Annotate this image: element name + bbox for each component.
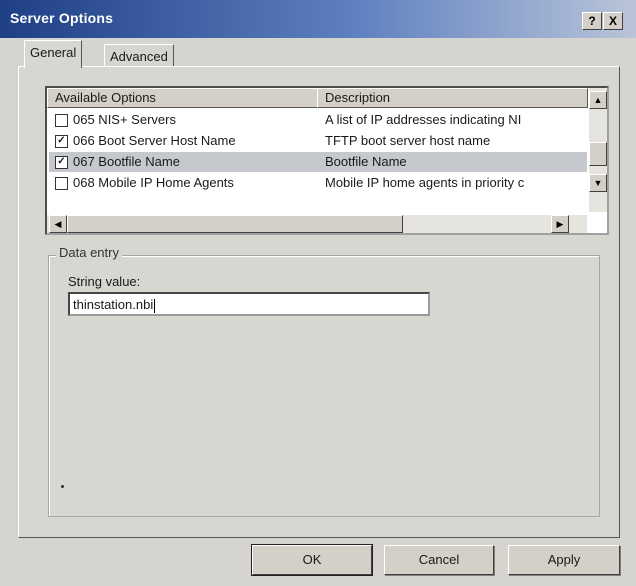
close-button[interactable]: X — [603, 12, 623, 30]
string-value-input[interactable]: thinstation.nbi — [68, 292, 430, 316]
window-title: Server Options — [10, 10, 114, 26]
option-description: Mobile IP home agents in priority c — [325, 175, 525, 190]
horizontal-scrollbar[interactable]: ◀ ▶ — [47, 215, 587, 233]
option-checkbox[interactable] — [55, 177, 68, 190]
stray-dot — [61, 485, 64, 488]
cancel-button[interactable]: Cancel — [384, 545, 494, 575]
scroll-down-arrow-icon[interactable]: ▼ — [589, 174, 607, 192]
ok-button[interactable]: OK — [251, 544, 373, 576]
scroll-up-arrow-icon[interactable]: ▲ — [589, 91, 607, 109]
string-value-text: thinstation.nbi — [73, 297, 154, 312]
list-header: Available Options Description — [47, 88, 588, 108]
string-value-label: String value: — [68, 274, 141, 289]
list-item[interactable]: ✓ 066 Boot Server Host Name TFTP boot se… — [49, 131, 587, 151]
apply-button[interactable]: Apply — [508, 545, 620, 575]
option-checkbox[interactable]: ✓ — [55, 156, 68, 169]
vertical-scroll-thumb[interactable] — [589, 142, 607, 166]
text-caret — [154, 298, 156, 313]
option-name: 067 Bootfile Name — [73, 154, 180, 169]
column-header-available-options[interactable]: Available Options — [47, 88, 318, 108]
vertical-scrollbar[interactable]: ▲ ▼ — [589, 88, 607, 212]
column-header-description[interactable]: Description — [317, 88, 588, 108]
option-description: TFTP boot server host name — [325, 133, 491, 148]
options-list[interactable]: Available Options Description 065 NIS+ S… — [45, 86, 609, 235]
option-description: A list of IP addresses indicating NI — [325, 112, 522, 127]
list-item[interactable]: 065 NIS+ Servers A list of IP addresses … — [49, 110, 587, 130]
list-item[interactable]: 068 Mobile IP Home Agents Mobile IP home… — [49, 173, 587, 193]
option-checkbox[interactable]: ✓ — [55, 135, 68, 148]
option-name: 068 Mobile IP Home Agents — [73, 175, 234, 190]
option-name: 065 NIS+ Servers — [73, 112, 176, 127]
scroll-left-arrow-icon[interactable]: ◀ — [49, 215, 67, 233]
list-item-selected[interactable]: ✓ 067 Bootfile Name Bootfile Name — [49, 152, 587, 172]
server-options-dialog: Server Options ? X General Advanced Avai… — [0, 0, 636, 586]
option-checkbox[interactable] — [55, 114, 68, 127]
horizontal-scroll-thumb[interactable] — [67, 215, 403, 233]
tab-advanced[interactable]: Advanced — [104, 44, 174, 67]
option-name: 066 Boot Server Host Name — [73, 133, 236, 148]
help-button[interactable]: ? — [582, 12, 602, 30]
option-description: Bootfile Name — [325, 154, 407, 169]
title-bar[interactable]: Server Options ? X — [0, 0, 636, 38]
tab-general[interactable]: General — [24, 40, 83, 68]
data-entry-label: Data entry — [56, 245, 122, 260]
scroll-right-arrow-icon[interactable]: ▶ — [551, 215, 569, 233]
